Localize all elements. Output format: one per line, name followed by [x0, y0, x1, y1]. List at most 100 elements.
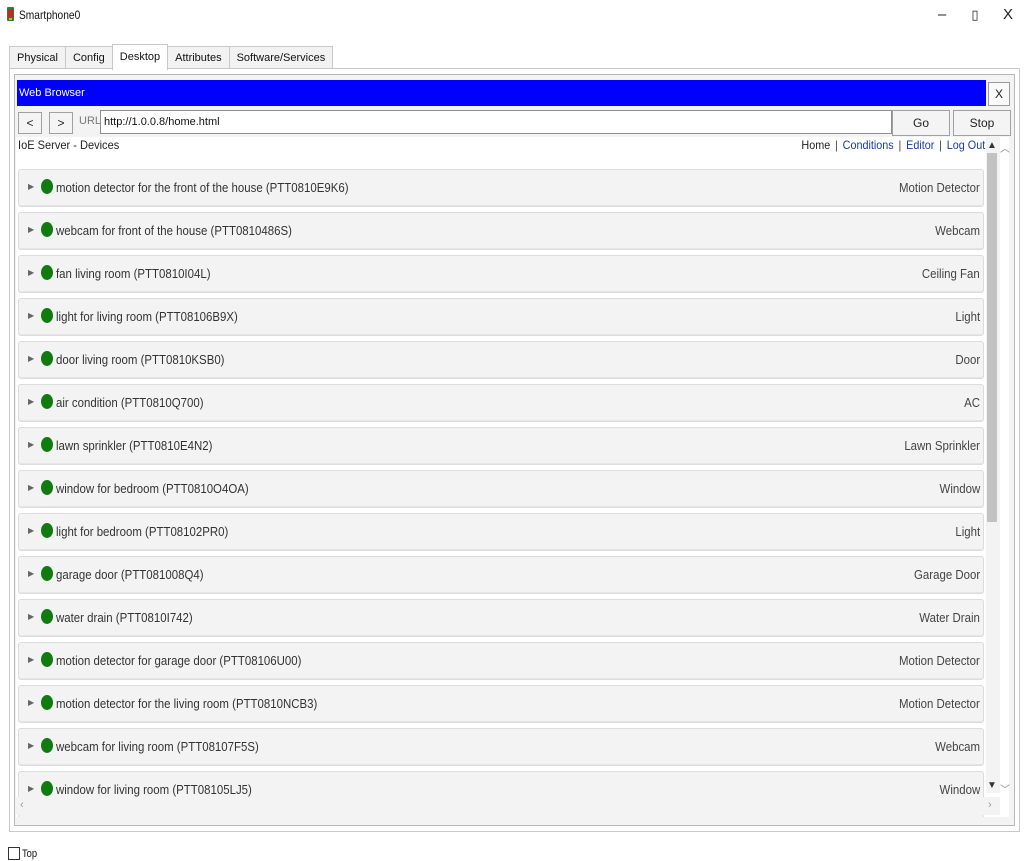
nav-separator: |: [834, 138, 838, 152]
status-indicator-icon: [41, 695, 53, 710]
page-content: IoE Server - Devices Home | Conditions |…: [16, 137, 1009, 817]
vertical-scrollbar-thumb[interactable]: [987, 153, 997, 522]
device-type: Garage Door: [913, 567, 980, 582]
browser-titlebar: Web Browser: [17, 80, 986, 106]
go-button[interactable]: Go: [892, 110, 950, 136]
expand-caret-icon[interactable]: ▶: [28, 268, 34, 277]
forward-button[interactable]: >: [49, 112, 73, 134]
maximize-button[interactable]: ▯: [958, 4, 992, 26]
status-indicator-icon: [41, 308, 53, 323]
device-row[interactable]: ▶ garage door (PTT081008Q4) Garage Door: [18, 556, 984, 594]
nav-separator: |: [898, 138, 902, 152]
device-row[interactable]: ▶ motion detector for garage door (PTT08…: [18, 642, 984, 680]
expand-caret-icon[interactable]: ▶: [28, 612, 34, 621]
device-name: motion detector for the living room (PTT…: [56, 696, 318, 711]
scroll-up-arrow-icon[interactable]: ▲: [987, 140, 997, 151]
tab-attributes[interactable]: Attributes: [167, 46, 230, 69]
status-indicator-icon: [41, 179, 53, 194]
device-row[interactable]: ▶ motion detector for the living room (P…: [18, 685, 984, 723]
expand-caret-icon[interactable]: ▶: [28, 354, 34, 363]
expand-caret-icon[interactable]: ▶: [28, 698, 34, 707]
status-indicator-icon: [41, 394, 53, 409]
expand-caret-icon[interactable]: ▶: [28, 569, 34, 578]
expand-caret-icon[interactable]: ▶: [28, 397, 34, 406]
device-row[interactable]: ▶ water drain (PTT0810I742) Water Drain: [18, 599, 984, 637]
device-list: ▶ motion detector for the front of the h…: [18, 169, 984, 817]
device-type: Light: [955, 524, 980, 539]
scroll-left-arrow-icon[interactable]: ‹: [20, 799, 24, 811]
close-window-button[interactable]: X: [991, 4, 1024, 26]
scroll-right-arrow-icon[interactable]: ›: [988, 799, 992, 811]
nav-editor-link[interactable]: Editor: [906, 138, 934, 152]
device-type: Ceiling Fan: [922, 266, 980, 281]
window-titlebar: Smartphone0 – ▯ X: [0, 0, 1024, 30]
device-name: motion detector for the front of the hou…: [56, 180, 349, 195]
expand-caret-icon[interactable]: ▶: [28, 311, 34, 320]
device-type: AC: [964, 395, 980, 410]
device-name: window for living room (PTT08105LJ5): [56, 782, 252, 797]
nav-logout-link[interactable]: Log Out: [947, 138, 985, 152]
device-type: Motion Detector: [899, 653, 980, 668]
minimize-button[interactable]: –: [925, 4, 959, 26]
expand-caret-icon[interactable]: ▶: [28, 483, 34, 492]
device-tabs: Physical Config Desktop Attributes Softw…: [9, 44, 334, 70]
device-row[interactable]: ▶ light for living room (PTT08106B9X) Li…: [18, 298, 984, 336]
scroll-down-arrow-icon[interactable]: ▼: [987, 780, 997, 791]
tab-desktop[interactable]: Desktop: [111, 44, 169, 70]
tab-software-services[interactable]: Software/Services: [228, 46, 334, 69]
back-button[interactable]: <: [18, 112, 42, 134]
device-row[interactable]: ▶ webcam for living room (PTT08107F5S) W…: [18, 728, 984, 766]
outer-scroll-down-arrow-icon[interactable]: ﹀: [1000, 781, 1010, 796]
device-name: fan living room (PTT0810I04L): [56, 266, 211, 281]
device-row[interactable]: ▶ lawn sprinkler (PTT0810E4N2) Lawn Spri…: [18, 427, 984, 465]
url-label: URL: [79, 115, 102, 127]
expand-caret-icon[interactable]: ▶: [28, 225, 34, 234]
device-name: light for living room (PTT08106B9X): [56, 309, 238, 324]
device-name: light for bedroom (PTT08102PR0): [56, 524, 229, 539]
device-row[interactable]: ▶ fan living room (PTT0810I04L) Ceiling …: [18, 255, 984, 293]
device-row[interactable]: ▶ webcam for front of the house (PTT0810…: [18, 212, 984, 250]
expand-caret-icon[interactable]: ▶: [28, 440, 34, 449]
device-row[interactable]: ▶ air condition (PTT0810Q700) AC: [18, 384, 984, 422]
device-type: Lawn Sprinkler: [904, 438, 980, 453]
status-indicator-icon: [41, 738, 53, 753]
device-type: Webcam: [935, 223, 980, 238]
top-checkbox-label: Top: [22, 848, 38, 860]
nav-conditions-link[interactable]: Conditions: [842, 138, 893, 152]
expand-caret-icon[interactable]: ▶: [28, 784, 34, 793]
site-nav: Home | Conditions | Editor | Log Out: [801, 138, 985, 152]
status-indicator-icon: [41, 781, 53, 796]
url-input[interactable]: http://1.0.0.8/home.html: [100, 110, 892, 134]
device-name: lawn sprinkler (PTT0810E4N2): [56, 438, 213, 453]
status-indicator-icon: [41, 523, 53, 538]
device-row[interactable]: ▶ light for bedroom (PTT08102PR0) Light: [18, 513, 984, 551]
window-title: Smartphone0: [19, 8, 81, 22]
device-name: webcam for living room (PTT08107F5S): [56, 739, 259, 754]
device-name: motion detector for garage door (PTT0810…: [56, 653, 302, 668]
nav-home-link[interactable]: Home: [801, 138, 830, 152]
device-type: Door: [955, 352, 980, 367]
status-indicator-icon: [41, 437, 53, 452]
horizontal-scrollbar[interactable]: [16, 797, 1000, 815]
pt-device-icon: [7, 7, 14, 21]
stop-button[interactable]: Stop: [953, 110, 1011, 136]
device-name: air condition (PTT0810Q700): [56, 395, 204, 410]
expand-caret-icon[interactable]: ▶: [28, 182, 34, 191]
vertical-scrollbar[interactable]: [986, 137, 1000, 793]
top-checkbox[interactable]: [8, 847, 20, 860]
outer-scroll-up-arrow-icon[interactable]: ︿: [1000, 140, 1010, 155]
device-name: window for bedroom (PTT0810O4OA): [56, 481, 249, 496]
tab-config[interactable]: Config: [64, 46, 113, 69]
tab-physical[interactable]: Physical: [9, 46, 66, 69]
device-row[interactable]: ▶ door living room (PTT0810KSB0) Door: [18, 341, 984, 379]
expand-caret-icon[interactable]: ▶: [28, 655, 34, 664]
browser-close-button[interactable]: X: [988, 82, 1010, 106]
device-name: garage door (PTT081008Q4): [56, 567, 204, 582]
device-type: Water Drain: [919, 610, 980, 625]
expand-caret-icon[interactable]: ▶: [28, 526, 34, 535]
device-name: webcam for front of the house (PTT081048…: [56, 223, 292, 238]
device-type: Webcam: [935, 739, 980, 754]
expand-caret-icon[interactable]: ▶: [28, 741, 34, 750]
device-row[interactable]: ▶ window for bedroom (PTT0810O4OA) Windo…: [18, 470, 984, 508]
device-row[interactable]: ▶ motion detector for the front of the h…: [18, 169, 984, 207]
